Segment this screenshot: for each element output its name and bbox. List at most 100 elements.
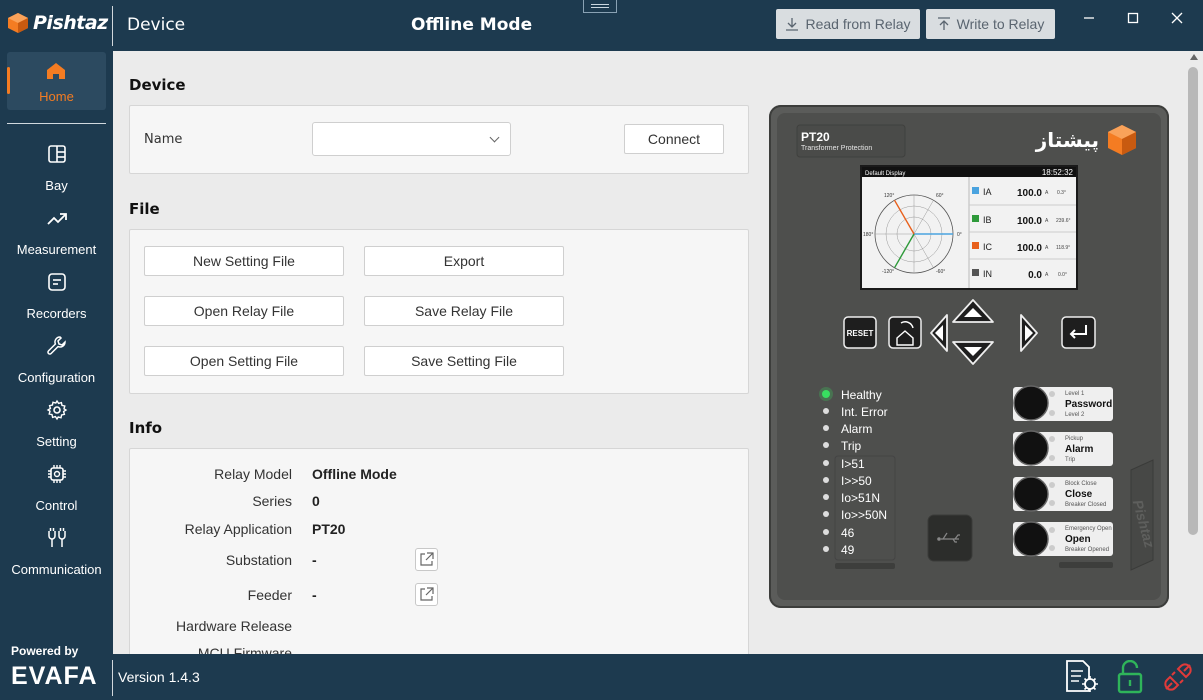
ia-name: IA xyxy=(983,187,992,197)
series-label: Series xyxy=(252,493,292,509)
read-from-relay-button[interactable]: Read from Relay xyxy=(776,9,920,39)
led-label-i50: I>>50 xyxy=(841,474,872,488)
ia-value: 100.0 xyxy=(1017,188,1042,199)
plug-icon xyxy=(48,528,66,547)
relay-brand-fa: پیشتاز xyxy=(1035,128,1099,153)
open-key-bottom: Breaker Opened xyxy=(1065,547,1109,553)
app-window: Pishtaz Device Offline Mode Read from Re… xyxy=(0,0,1203,700)
recorder-icon xyxy=(48,273,66,291)
feeder-edit-button[interactable] xyxy=(415,583,438,606)
relay-subtitle: Transformer Protection xyxy=(801,145,872,152)
file-section-title: File xyxy=(129,200,160,218)
password-key-top: Level 1 xyxy=(1065,391,1085,397)
substation-edit-button[interactable] xyxy=(415,548,438,571)
enter-key[interactable] xyxy=(1061,316,1096,349)
external-link-icon xyxy=(420,552,434,566)
vertical-scrollbar[interactable] xyxy=(1186,51,1203,654)
title-divider xyxy=(112,6,113,46)
led-label-healthy: Healthy xyxy=(841,388,882,402)
up-arrow-key[interactable] xyxy=(952,299,994,323)
title-bar: Pishtaz Device Offline Mode Read from Re… xyxy=(0,0,1203,51)
footer-bar: Powered by EVAFA Version 1.4.3 xyxy=(0,644,1203,700)
close-breaker-key[interactable]: Block Close Close Breaker Closed xyxy=(1013,476,1113,512)
open-relay-file-button[interactable]: Open Relay File xyxy=(144,296,344,326)
connect-button[interactable]: Connect xyxy=(624,124,724,154)
sidebar-item-communication[interactable]: Communication xyxy=(0,519,113,583)
info-section-title: Info xyxy=(129,419,163,437)
device-name-select[interactable] xyxy=(312,122,511,156)
download-icon xyxy=(786,18,799,31)
close-icon xyxy=(1171,12,1183,24)
sidebar-item-recorders[interactable]: Recorders xyxy=(0,263,113,327)
scrollbar-thumb[interactable] xyxy=(1188,67,1198,535)
alarm-key-label: Alarm xyxy=(1065,444,1093,455)
led-label-trip: Trip xyxy=(841,439,862,453)
ic-swatch xyxy=(972,242,979,249)
relay-graphic: PT20 Transformer Protection پیشتاز Defau… xyxy=(796,124,1158,571)
maximize-button[interactable] xyxy=(1121,9,1145,27)
read-from-relay-label: Read from Relay xyxy=(805,16,911,32)
relay-model-tag: PT20 xyxy=(801,130,830,144)
open-breaker-key[interactable]: Emergency Open Open Breaker Opened xyxy=(1013,521,1113,557)
password-key-label: Password xyxy=(1065,399,1112,410)
ib-angle: 239.6° xyxy=(1056,218,1071,224)
left-arrow-key[interactable] xyxy=(930,314,948,352)
scroll-up-icon[interactable] xyxy=(1190,54,1198,60)
external-link-icon xyxy=(420,587,434,601)
open-setting-file-button[interactable]: Open Setting File xyxy=(144,346,344,376)
screen-time: 18:52:32 xyxy=(1042,168,1074,177)
mode-title: Offline Mode xyxy=(411,15,533,35)
unlock-icon[interactable] xyxy=(1116,660,1144,694)
sidebar-item-label: Bay xyxy=(45,178,68,193)
export-button[interactable]: Export xyxy=(364,246,564,276)
sidebar-item-configuration[interactable]: Configuration xyxy=(0,327,113,391)
save-setting-file-button[interactable]: Save Setting File xyxy=(364,346,564,376)
password-key[interactable]: Level 1 Password Level 2 xyxy=(1013,385,1113,421)
relay-model-value: Offline Mode xyxy=(312,466,397,482)
ic-angle: 118.9° xyxy=(1056,245,1070,251)
brand-name: Pishtaz xyxy=(33,12,108,34)
angle-label-180: 180° xyxy=(863,232,873,238)
sidebar-item-home[interactable]: Home xyxy=(7,52,106,110)
sidebar-item-bay[interactable]: Bay xyxy=(0,135,113,199)
led-label-io50n: Io>>50N xyxy=(841,508,887,522)
close-button[interactable] xyxy=(1165,9,1189,27)
write-to-relay-label: Write to Relay xyxy=(956,16,1045,32)
ib-value: 100.0 xyxy=(1017,216,1042,227)
sidebar-item-measurement[interactable]: Measurement xyxy=(0,199,113,263)
alarm-key-bottom: Trip xyxy=(1065,457,1076,463)
home-back-key[interactable] xyxy=(888,316,922,349)
right-arrow-key[interactable] xyxy=(1020,314,1038,352)
ia-swatch xyxy=(972,187,979,194)
sidebar-item-label: Recorders xyxy=(26,306,87,321)
substation-label: Substation xyxy=(225,552,292,568)
home-icon xyxy=(47,63,65,79)
window-grip-handle[interactable] xyxy=(583,0,617,13)
evafa-logo: EVAFA xyxy=(11,662,98,690)
reset-key[interactable]: RESET xyxy=(843,316,877,349)
save-relay-file-button[interactable]: Save Relay File xyxy=(364,296,564,326)
in-name: IN xyxy=(983,269,992,279)
down-arrow-key[interactable] xyxy=(952,341,994,365)
sidebar-item-label: Configuration xyxy=(17,370,96,385)
device-section-title: Device xyxy=(129,76,186,94)
relay-logo-icon xyxy=(1108,125,1136,155)
alarm-key[interactable]: Pickup Alarm Trip xyxy=(1013,430,1113,466)
ib-name: IB xyxy=(983,215,992,225)
mcu-firmware-label: MCU Firmware xyxy=(197,645,292,654)
angle-label-0: 0° xyxy=(957,232,962,238)
minimize-button[interactable] xyxy=(1077,9,1101,27)
led-label-alarm: Alarm xyxy=(841,422,872,436)
led-label-io51n: Io>51N xyxy=(841,491,880,505)
settings-report-icon[interactable] xyxy=(1063,659,1101,695)
maximize-icon xyxy=(1127,12,1139,24)
ic-value: 100.0 xyxy=(1017,243,1042,254)
sidebar-item-setting[interactable]: Setting xyxy=(0,391,113,455)
new-setting-file-button[interactable]: New Setting File xyxy=(144,246,344,276)
sidebar-item-control[interactable]: Control xyxy=(0,455,113,519)
led-trip xyxy=(823,442,829,448)
disconnected-plug-icon[interactable] xyxy=(1160,659,1196,695)
led-i50 xyxy=(823,477,829,483)
powered-by-label: Powered by xyxy=(11,644,79,658)
write-to-relay-button[interactable]: Write to Relay xyxy=(926,9,1055,39)
